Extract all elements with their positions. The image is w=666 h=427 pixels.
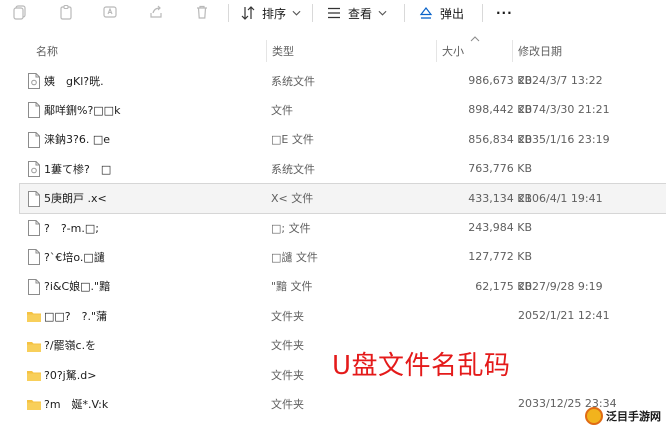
file-row[interactable]: □□? ?."蒲 文件夹 2052/1/21 12:41 (20, 301, 666, 330)
file-name: ?`€培o.□譴 (44, 250, 105, 264)
file-icon (26, 248, 42, 266)
delete-icon[interactable] (194, 4, 210, 20)
column-header: 名称 类型 大小 修改日期 (0, 40, 666, 62)
caption-overlay: U盘文件名乱码 (332, 351, 511, 381)
file-size: 243,984 KB (468, 221, 532, 234)
file-modified-date: 2074/3/30 21:21 (518, 103, 610, 117)
chevron-down-icon (378, 10, 387, 16)
file-name: ?i&C娘□."黯 (44, 280, 111, 294)
more-label: ··· (496, 6, 513, 20)
view-label: 查看 (348, 6, 373, 21)
file-icon (26, 190, 42, 208)
file-row[interactable]: ?m 娫*.V:k 文件夹 2033/12/25 23:34 (20, 389, 666, 418)
file-name: □□? ?."蒲 (44, 309, 108, 323)
eject-label: 弹出 (440, 6, 465, 21)
file-row[interactable]: 鄅咩鉶%?□□k 文件 898,442 KB 2074/3/30 21:21 (20, 95, 666, 124)
folder-icon (26, 395, 42, 413)
file-name: ? ?-m.□; (44, 221, 99, 235)
file-row[interactable]: 涞鈉3?6. □e □E 文件 856,834 KB 2035/1/16 23:19 (20, 125, 666, 154)
file-modified-date: 2027/9/28 9:19 (518, 279, 603, 293)
rename-icon[interactable] (102, 4, 118, 20)
file-icon (26, 101, 42, 119)
file-modified-date: 2024/3/7 13:22 (518, 74, 603, 87)
toolbar-divider (312, 4, 313, 22)
file-type: 系统文件 (271, 162, 315, 176)
file-size: 763,776 KB (468, 162, 532, 176)
file-type: "黯 文件 (271, 280, 313, 294)
column-resize-handle[interactable] (512, 40, 513, 62)
share-icon[interactable] (148, 4, 164, 20)
more-options-button[interactable]: ··· (496, 3, 513, 23)
file-icon (26, 131, 42, 149)
file-type: 文件夹 (271, 397, 304, 411)
sort-label: 排序 (262, 6, 287, 21)
column-type-header[interactable]: 类型 (272, 40, 294, 62)
file-type: □E 文件 (271, 133, 314, 147)
command-bar: 排序 查看 弹出 ··· (0, 0, 666, 26)
file-size: 127,772 KB (468, 250, 532, 264)
logo-mark-icon (585, 406, 603, 425)
toolbar-divider (404, 4, 405, 22)
file-name: 5庚朗戸 .x< (44, 192, 107, 206)
file-name: ?m 娫*.V:k (44, 397, 109, 411)
eject-button[interactable]: 弹出 (418, 3, 464, 23)
eject-icon (419, 7, 433, 19)
file-type: 文件夹 (271, 368, 304, 382)
system-file-icon (26, 72, 42, 90)
site-logo: 泛目手游网 (585, 404, 666, 427)
file-name: ?/罷嶺c.を (44, 339, 97, 353)
file-row[interactable]: 1蔞て椮? □ 系统文件 763,776 KB (20, 154, 666, 183)
system-file-icon (26, 160, 42, 178)
file-row[interactable]: 5庚朗戸 .x< X< 文件 433,134 KB 2106/4/1 19:41 (19, 182, 666, 214)
sort-icon (241, 6, 255, 20)
file-name: 涞鈉3?6. □e (44, 133, 110, 147)
file-name: ?0?j駑.d> (44, 368, 97, 382)
folder-icon (26, 337, 42, 355)
copy-icon[interactable] (12, 4, 28, 20)
file-row[interactable]: ?i&C娘□."黯 "黯 文件 62,175 KB 2027/9/28 9:19 (20, 272, 666, 301)
column-type-label: 类型 (272, 45, 294, 58)
logo-text: 泛目手游网 (606, 409, 661, 423)
column-resize-handle[interactable] (266, 40, 267, 62)
file-icon (26, 278, 42, 296)
file-type: X< 文件 (271, 192, 314, 206)
file-type: 系统文件 (271, 74, 315, 88)
column-size-label: 大小 (442, 45, 464, 58)
column-name-label: 名称 (36, 45, 58, 58)
file-name: 姨 gKl?晄. (44, 74, 104, 88)
file-name: 鄅咩鉶%?□□k (44, 103, 121, 117)
file-icon (26, 219, 42, 237)
file-type: 文件夹 (271, 309, 304, 323)
chevron-down-icon (292, 10, 301, 16)
column-modified-header[interactable]: 修改日期 (518, 40, 562, 62)
file-type: □; 文件 (271, 221, 311, 235)
column-size-header[interactable]: 大小 (442, 40, 464, 62)
file-type: 文件夹 (271, 339, 304, 353)
folder-icon (26, 307, 42, 325)
file-modified-date: 2035/1/16 23:19 (518, 132, 610, 146)
column-modified-label: 修改日期 (518, 45, 562, 58)
file-modified-date: 2052/1/21 12:41 (518, 309, 610, 323)
file-type: 文件 (271, 103, 293, 117)
view-button[interactable]: 查看 (326, 3, 387, 23)
folder-icon (26, 366, 42, 384)
sort-button[interactable]: 排序 (240, 3, 301, 23)
column-resize-handle[interactable] (436, 40, 437, 62)
file-row[interactable]: ?`€培o.□譴 □譴 文件 127,772 KB (20, 242, 666, 271)
file-name: 1蔞て椮? □ (44, 162, 112, 176)
toolbar-divider (482, 4, 483, 22)
file-row[interactable]: ? ?-m.□; □; 文件 243,984 KB (20, 213, 666, 242)
column-name-header[interactable]: 名称 (36, 40, 58, 62)
file-row[interactable]: 姨 gKl?晄. 系统文件 986,673 KB 2024/3/7 13:22 (20, 66, 666, 95)
file-type: □譴 文件 (271, 250, 318, 264)
toolbar-divider (228, 4, 229, 22)
file-modified-date: 2106/4/1 19:41 (518, 191, 603, 205)
view-icon (328, 7, 340, 19)
paste-icon[interactable] (58, 4, 74, 20)
